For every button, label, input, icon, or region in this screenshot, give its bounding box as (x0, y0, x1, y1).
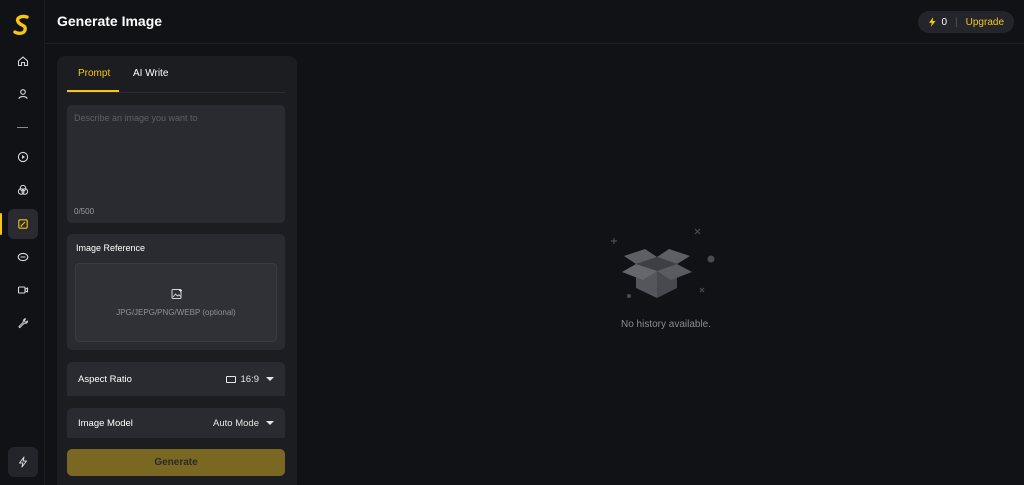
active-tab-underline (67, 90, 119, 92)
image-edit-icon (18, 219, 28, 229)
generate-button[interactable]: Generate (67, 449, 285, 476)
chevron-down-icon (266, 421, 274, 425)
empty-box-icon (611, 228, 715, 298)
video-icon (17, 286, 29, 294)
credit-count: 0 (941, 16, 948, 28)
header: Generate Image 0 | Upgrade (45, 0, 1024, 44)
char-count: 0/500 (74, 207, 95, 216)
upload-hint: JPG/JEPG/PNG/WEBP (optional) (116, 308, 236, 317)
circles-icon (17, 184, 29, 195)
sidebar-item-video[interactable] (8, 275, 38, 305)
chevron-down-icon (266, 377, 274, 381)
bolt-icon (928, 17, 936, 27)
sidebar (0, 0, 45, 485)
image-reference-label: Image Reference (76, 243, 146, 253)
sidebar-item-profile[interactable] (8, 79, 38, 109)
pill-separator: | (955, 16, 958, 28)
image-model-row[interactable]: Image Model Auto Mode (67, 408, 285, 438)
image-model-label: Image Model (78, 417, 133, 429)
page-title: Generate Image (57, 13, 163, 29)
aspect-ratio-value: 16:9 (240, 373, 260, 385)
image-upload-icon (171, 289, 182, 299)
sidebar-item-play[interactable] (8, 142, 38, 172)
image-upload-dropzone[interactable]: JPG/JEPG/PNG/WEBP (optional) (75, 263, 277, 342)
prompt-input[interactable] (67, 105, 285, 223)
sidebar-divider (17, 127, 28, 128)
tab-bar: Prompt AI Write (67, 56, 285, 93)
sidebar-item-blend[interactable] (8, 175, 38, 205)
mask-icon (17, 252, 29, 262)
user-icon (18, 89, 28, 100)
home-icon (17, 56, 29, 67)
image-reference-card: Image Reference JPG/JEPG/PNG/WEBP (optio… (67, 234, 285, 350)
sidebar-flash-button[interactable] (8, 447, 38, 477)
generation-panel: Prompt AI Write 0/500 Image Reference JP… (57, 56, 297, 485)
sidebar-item-face[interactable] (8, 242, 38, 272)
sidebar-item-tools[interactable] (8, 308, 38, 338)
empty-history-text: No history available. (620, 319, 712, 330)
ratio-rectangle-icon (225, 375, 236, 383)
wrench-icon (18, 318, 29, 329)
flash-icon (19, 456, 27, 468)
image-model-value: Auto Mode (213, 417, 259, 429)
upgrade-link[interactable]: Upgrade (966, 17, 1004, 28)
image-model-select[interactable]: Auto Mode (213, 418, 274, 429)
play-icon (17, 151, 29, 163)
prompt-box: 0/500 (67, 105, 285, 223)
aspect-ratio-row[interactable]: Aspect Ratio 16:9 (67, 362, 285, 396)
active-indicator (0, 213, 2, 235)
aspect-ratio-label: Aspect Ratio (78, 373, 132, 385)
sidebar-item-generate-image[interactable] (8, 209, 38, 239)
tab-ai-write[interactable]: AI Write (133, 68, 168, 93)
logo-icon[interactable] (12, 14, 32, 36)
sidebar-item-home[interactable] (8, 46, 38, 76)
aspect-ratio-select[interactable]: 16:9 (225, 373, 274, 385)
credits-pill: 0 | Upgrade (918, 11, 1014, 33)
history-empty-state: No history available. (610, 226, 722, 336)
